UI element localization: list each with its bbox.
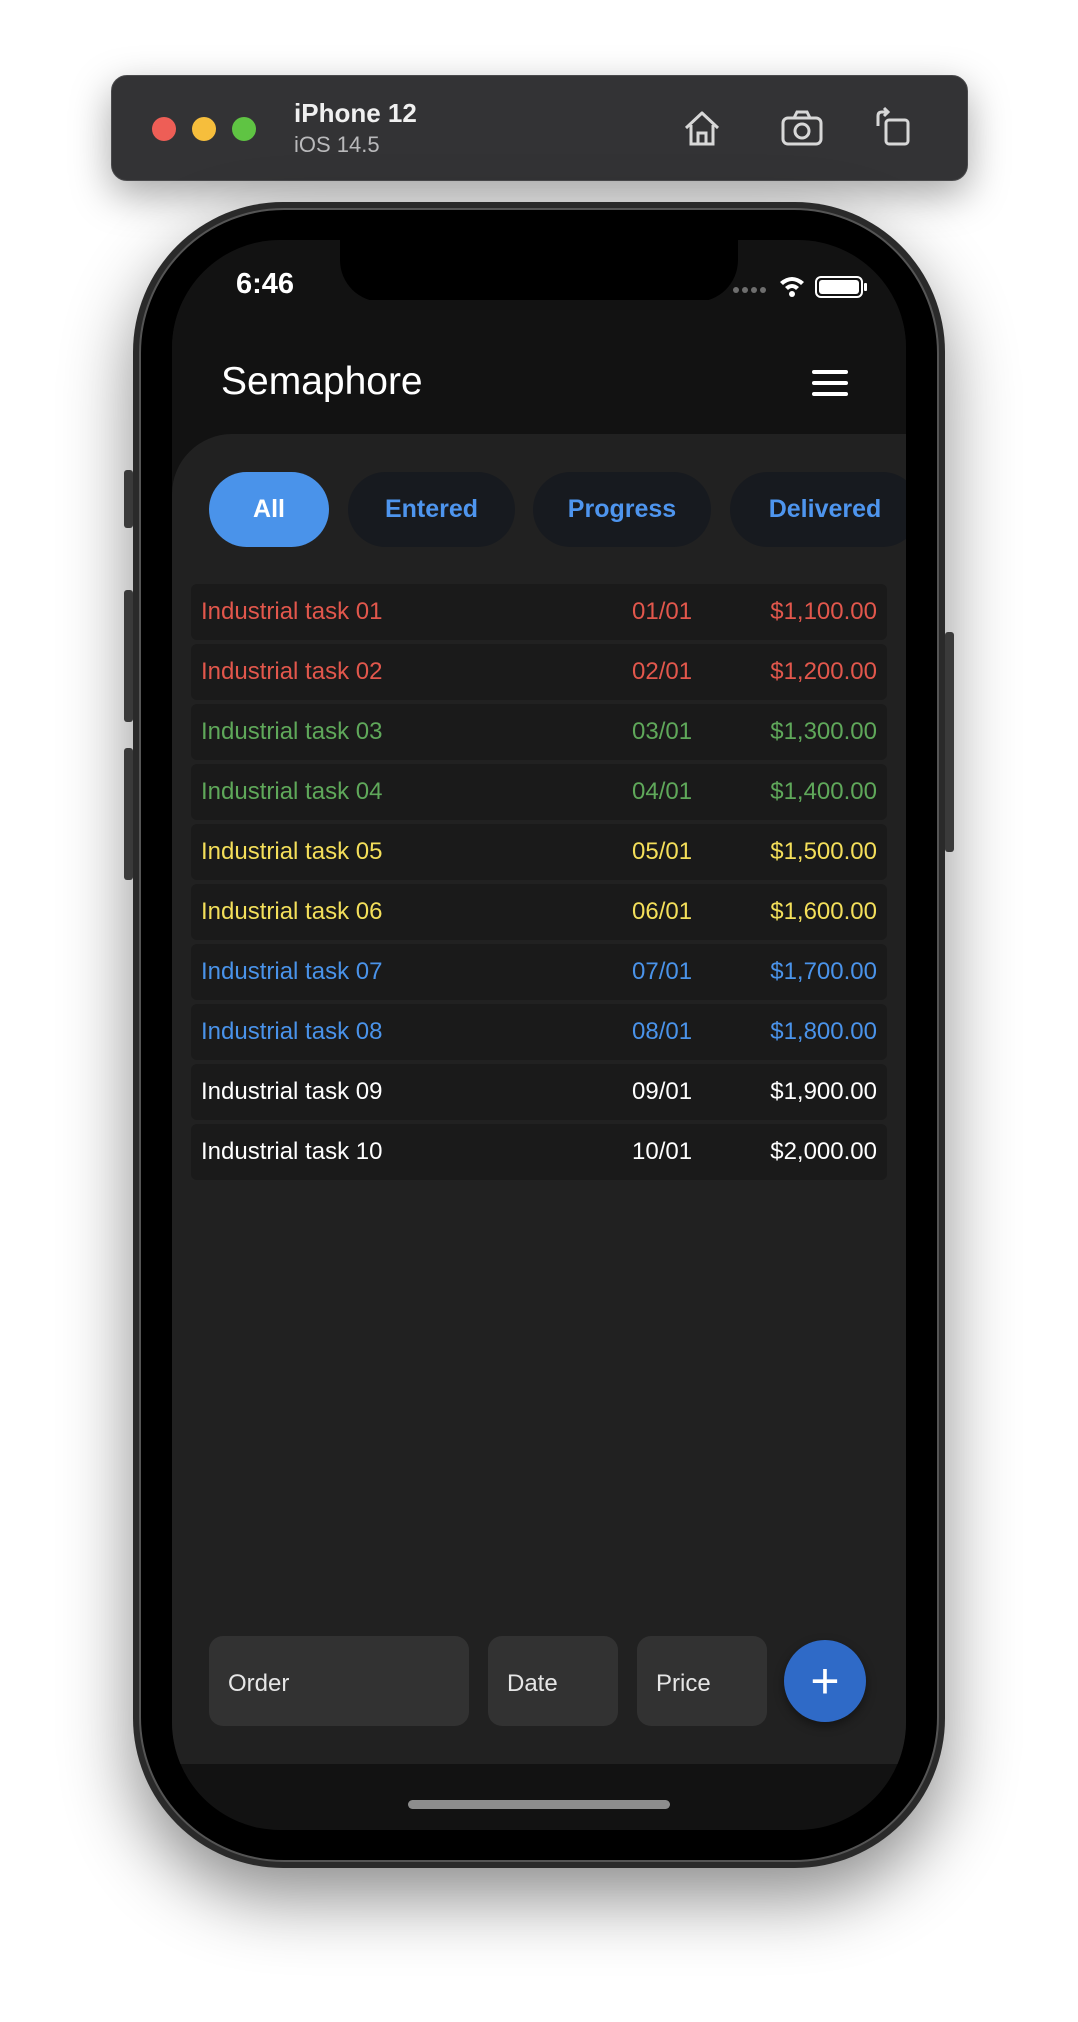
task-date: 07/01: [632, 958, 693, 985]
app-bar: Semaphore: [172, 300, 906, 434]
task-row[interactable]: Industrial task 06 06/01 $1,600.00: [191, 884, 887, 940]
task-name: Industrial task 09: [201, 1078, 383, 1105]
task-date: 06/01: [632, 898, 693, 925]
order-placeholder: Order: [228, 1670, 290, 1697]
task-row[interactable]: Industrial task 05 05/01 $1,500.00: [191, 824, 887, 880]
rotate-icon[interactable]: [868, 104, 916, 152]
volume-down-button: [124, 748, 133, 880]
date-input[interactable]: Date: [488, 1636, 618, 1726]
close-window-button[interactable]: [152, 117, 176, 141]
simulator-title-bar: iPhone 12 iOS 14.5: [111, 75, 968, 181]
task-name: Industrial task 06: [201, 898, 383, 925]
task-price: $1,200.00: [770, 658, 877, 685]
order-input[interactable]: Order: [209, 1636, 469, 1726]
task-date: 08/01: [632, 1018, 693, 1045]
date-placeholder: Date: [507, 1670, 558, 1697]
filter-chip-delivered[interactable]: Delivered: [730, 472, 906, 547]
task-row[interactable]: Industrial task 04 04/01 $1,400.00: [191, 764, 887, 820]
task-row[interactable]: Industrial task 02 02/01 $1,200.00: [191, 644, 887, 700]
home-indicator: [408, 1800, 670, 1809]
task-row[interactable]: Industrial task 07 07/01 $1,700.00: [191, 944, 887, 1000]
task-row[interactable]: Industrial task 01 01/01 $1,100.00: [191, 584, 887, 640]
volume-up-button: [124, 590, 133, 722]
task-date: 05/01: [632, 838, 693, 865]
screenshot-icon[interactable]: [778, 104, 826, 152]
task-price: $2,000.00: [770, 1138, 877, 1165]
task-price: $1,300.00: [770, 718, 877, 745]
task-name: Industrial task 03: [201, 718, 383, 745]
minimize-window-button[interactable]: [192, 117, 216, 141]
task-name: Industrial task 10: [201, 1138, 383, 1165]
phone-screen: 6:46 Semaphore All Entered Progress Deli…: [172, 240, 906, 1830]
task-price: $1,800.00: [770, 1018, 877, 1045]
task-name: Industrial task 01: [201, 598, 383, 625]
simulator-stage: iPhone 12 iOS 14.5 6:46 Semaphore All En…: [0, 0, 1078, 2022]
task-price: $1,600.00: [770, 898, 877, 925]
wifi-icon: [780, 277, 804, 297]
os-version: iOS 14.5: [294, 132, 380, 157]
task-date: 10/01: [632, 1138, 693, 1165]
filter-chip-progress[interactable]: Progress: [533, 472, 711, 547]
filter-chip-entered[interactable]: Entered: [348, 472, 515, 547]
price-input[interactable]: Price: [637, 1636, 767, 1726]
task-name: Industrial task 04: [201, 778, 383, 805]
task-date: 04/01: [632, 778, 693, 805]
task-row[interactable]: Industrial task 08 08/01 $1,800.00: [191, 1004, 887, 1060]
status-icons: [733, 276, 867, 298]
zoom-window-button[interactable]: [232, 117, 256, 141]
task-price: $1,900.00: [770, 1078, 877, 1105]
task-name: Industrial task 05: [201, 838, 383, 865]
silent-switch: [124, 470, 133, 528]
status-time: 6:46: [236, 268, 295, 300]
task-row[interactable]: Industrial task 09 09/01 $1,900.00: [191, 1064, 887, 1120]
power-button: [945, 632, 954, 852]
filter-chip-all[interactable]: All: [209, 472, 329, 547]
battery-icon: [815, 276, 867, 298]
task-name: Industrial task 08: [201, 1018, 383, 1045]
task-name: Industrial task 02: [201, 658, 383, 685]
task-date: 09/01: [632, 1078, 693, 1105]
task-date: 01/01: [632, 598, 693, 625]
home-icon[interactable]: [678, 104, 726, 152]
task-price: $1,400.00: [770, 778, 877, 805]
task-price: $1,100.00: [770, 598, 877, 625]
task-row[interactable]: Industrial task 10 10/01 $2,000.00: [191, 1124, 887, 1180]
task-row[interactable]: Industrial task 03 03/01 $1,300.00: [191, 704, 887, 760]
notch: [340, 240, 738, 302]
device-name: iPhone 12: [294, 98, 417, 128]
task-date: 02/01: [632, 658, 693, 685]
app-title: Semaphore: [221, 360, 423, 403]
price-placeholder: Price: [656, 1670, 711, 1697]
add-task-button[interactable]: +: [784, 1640, 866, 1722]
task-list: Industrial task 01 01/01 $1,100.00 Indus…: [191, 584, 887, 1184]
cellular-signal-icon: [733, 287, 766, 293]
hamburger-menu-icon[interactable]: [812, 370, 848, 400]
task-price: $1,500.00: [770, 838, 877, 865]
task-price: $1,700.00: [770, 958, 877, 985]
task-date: 03/01: [632, 718, 693, 745]
task-name: Industrial task 07: [201, 958, 383, 985]
